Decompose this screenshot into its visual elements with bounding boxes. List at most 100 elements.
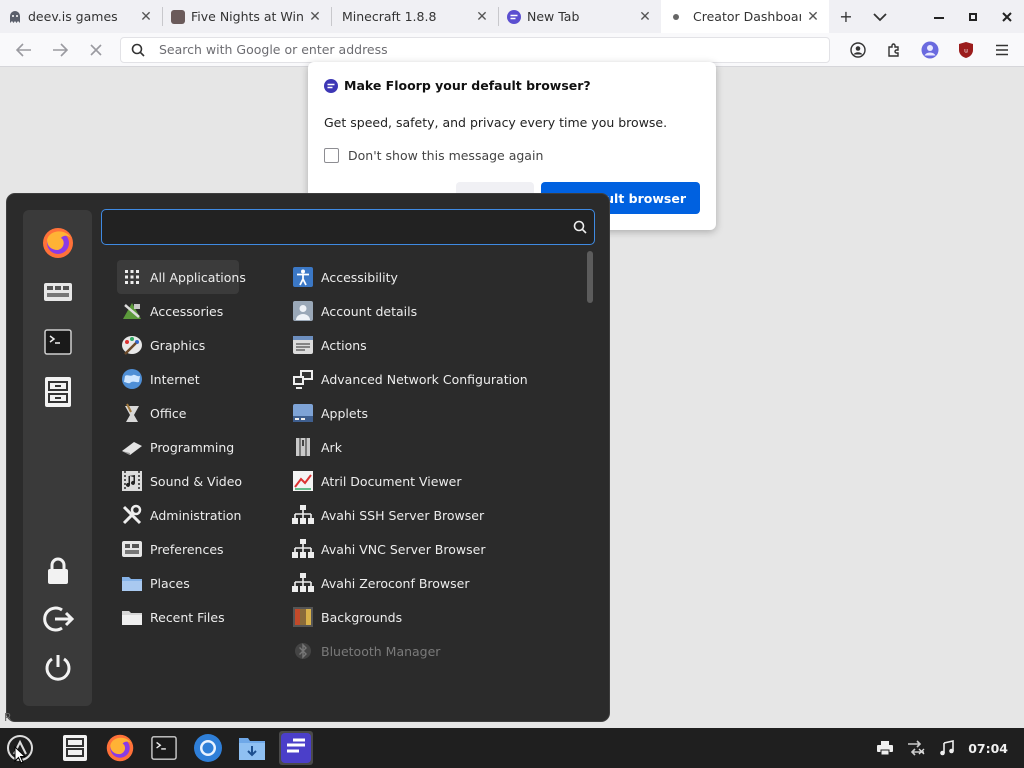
category-accessories[interactable]: Accessories [117, 294, 239, 328]
category-programming[interactable]: Programming [117, 430, 239, 464]
tab-minecraft[interactable]: Minecraft 1.8.8 ✕ [332, 0, 498, 33]
stop-button[interactable] [78, 33, 114, 66]
checkbox-box[interactable] [324, 148, 339, 163]
taskbar-downloads[interactable] [235, 731, 269, 765]
actions-icon [292, 334, 314, 356]
taskbar-file-manager[interactable] [58, 731, 92, 765]
app-advanced-network-configuration[interactable]: Advanced Network Configuration [288, 362, 528, 396]
file-manager-favorite[interactable] [39, 373, 77, 411]
list-all-tabs-button[interactable] [863, 0, 897, 33]
network-disconnected-icon[interactable] [900, 740, 931, 756]
dialog-title: Make Floorp your default browser? [324, 78, 591, 93]
close-icon[interactable]: ✕ [637, 9, 653, 25]
extensions-button[interactable] [876, 33, 912, 66]
app-ark[interactable]: Ark [288, 430, 528, 464]
app-label: Applets [321, 405, 368, 421]
app-account-details[interactable]: Account details [288, 294, 528, 328]
category-list: All Applications Accessories Graphics In… [117, 260, 246, 634]
shutdown-button[interactable] [39, 649, 77, 687]
app-avahi-ssh-server-browser[interactable]: Avahi SSH Server Browser [288, 498, 528, 532]
category-office[interactable]: Office [117, 396, 239, 430]
search-icon [566, 220, 594, 234]
app-label: Backgrounds [321, 609, 403, 625]
folder-icon [121, 572, 143, 594]
minimize-button[interactable] [922, 0, 956, 33]
menu-scrollbar[interactable] [585, 251, 595, 691]
app-actions[interactable]: Actions [288, 328, 528, 362]
image-icon [171, 9, 185, 24]
administration-icon [121, 504, 143, 526]
programming-icon [121, 436, 143, 458]
app-bluetooth-manager[interactable]: Bluetooth Manager [288, 634, 528, 668]
category-administration[interactable]: Administration [117, 498, 241, 532]
category-internet[interactable]: Internet [117, 362, 239, 396]
app-label: Ark [321, 439, 342, 455]
category-all-applications[interactable]: All Applications [117, 260, 246, 294]
dont-show-again-checkbox[interactable]: Don't show this message again [324, 148, 543, 163]
category-recent-files[interactable]: Recent Files [117, 600, 239, 634]
network-icon [292, 368, 314, 390]
close-icon[interactable]: ✕ [805, 9, 821, 25]
tab-five-nights[interactable]: Five Nights at Winst ✕ [163, 0, 331, 33]
arrow-left-icon [16, 42, 31, 57]
app-avahi-vnc-server-browser[interactable]: Avahi VNC Server Browser [288, 532, 528, 566]
taskbar-floorp[interactable] [279, 731, 313, 765]
category-graphics[interactable]: Graphics [117, 328, 239, 362]
profile-button[interactable] [912, 33, 948, 66]
floorp-icon [507, 9, 521, 24]
close-icon[interactable]: ✕ [138, 9, 154, 25]
category-sound-video[interactable]: Sound & Video [117, 464, 242, 498]
printer-icon[interactable] [869, 741, 900, 755]
taskbar-firefox[interactable] [103, 731, 137, 765]
account-button[interactable] [840, 33, 876, 66]
downloads-folder-icon [239, 738, 265, 760]
category-preferences[interactable]: Preferences [117, 532, 239, 566]
terminal-favorite[interactable] [39, 323, 77, 361]
profile-avatar-icon [921, 41, 939, 58]
taskbar-chromium[interactable] [191, 731, 225, 765]
accessibility-icon [292, 266, 314, 288]
control-center-favorite[interactable] [39, 273, 77, 311]
app-accessibility[interactable]: Accessibility [288, 260, 528, 294]
back-button[interactable] [6, 33, 42, 66]
app-avahi-zeroconf-browser[interactable]: Avahi Zeroconf Browser [288, 566, 528, 600]
tab-new-tab[interactable]: New Tab ✕ [499, 0, 661, 33]
tab-deevis-games[interactable]: deev.is games ✕ [0, 0, 162, 33]
url-bar[interactable] [120, 36, 830, 63]
app-atril-document-viewer[interactable]: Atril Document Viewer [288, 464, 528, 498]
menu-search-box[interactable] [101, 209, 595, 245]
dialog-title-text: Make Floorp your default browser? [344, 78, 591, 93]
taskbar-terminal[interactable] [147, 731, 181, 765]
app-backgrounds[interactable]: Backgrounds [288, 600, 528, 634]
close-icon[interactable]: ✕ [474, 9, 490, 25]
category-places[interactable]: Places [117, 566, 239, 600]
document-viewer-icon [292, 470, 314, 492]
tab-title: New Tab [527, 9, 580, 24]
ghost-icon [8, 10, 22, 24]
firefox-icon [43, 228, 73, 258]
tab-creator-dashboard[interactable]: Creator Dashboard ✕ [661, 0, 829, 33]
terminal-icon [151, 736, 177, 760]
ublock-origin-button[interactable]: u [948, 33, 984, 66]
floorp-icon [324, 78, 338, 93]
application-menu: All Applications Accessories Graphics In… [6, 193, 610, 722]
new-tab-button[interactable]: + [829, 0, 863, 33]
app-applets[interactable]: Applets [288, 396, 528, 430]
clock[interactable]: 07:04 [968, 741, 1008, 756]
backgrounds-icon [292, 606, 314, 628]
lock-screen-button[interactable] [39, 552, 77, 590]
forward-button[interactable] [42, 33, 78, 66]
logout-button[interactable] [39, 600, 77, 638]
ublock-shield-icon: u [959, 41, 973, 58]
menu-search-input[interactable] [112, 218, 566, 236]
music-note-icon[interactable] [931, 740, 962, 756]
scrollbar-thumb[interactable] [587, 251, 593, 303]
system-tray: 07:04 [869, 728, 1024, 768]
close-icon[interactable]: ✕ [307, 9, 323, 25]
firefox-favorite[interactable] [39, 224, 77, 262]
maximize-button[interactable] [956, 0, 990, 33]
menu-button[interactable] [984, 33, 1020, 66]
url-input[interactable] [157, 41, 829, 58]
close-window-button[interactable] [990, 0, 1024, 33]
app-label: Avahi VNC Server Browser [321, 541, 486, 557]
